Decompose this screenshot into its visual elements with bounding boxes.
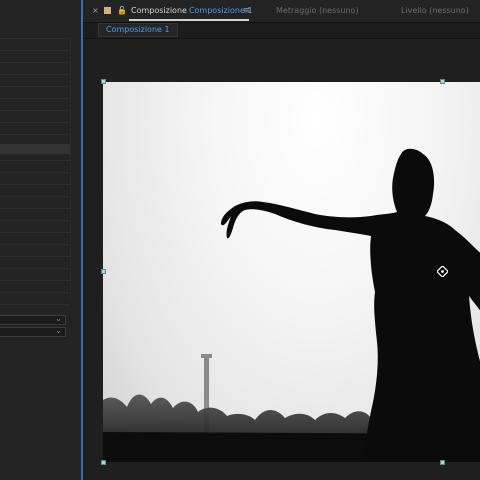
left-panel-row[interactable]	[0, 62, 70, 63]
left-panel-row[interactable]	[0, 232, 70, 233]
left-panel-row[interactable]	[0, 110, 70, 111]
left-panel-row[interactable]	[0, 50, 70, 51]
left-panel-row[interactable]	[0, 256, 70, 257]
transform-handle-top-left[interactable]	[101, 79, 106, 84]
left-panel: ⌄ ⌄	[0, 0, 82, 480]
lock-icon[interactable]: 🔓	[117, 0, 127, 22]
tab-layer[interactable]: Livello (nessuno)	[401, 0, 469, 22]
left-panel-row[interactable]	[0, 244, 70, 245]
chevron-down-icon: ⌄	[55, 326, 62, 335]
left-panel-row-selected[interactable]	[0, 144, 70, 154]
left-panel-divider	[70, 38, 71, 300]
transform-handle-top-center[interactable]	[440, 79, 445, 84]
left-panel-row[interactable]	[0, 280, 70, 281]
left-panel-row[interactable]	[0, 220, 70, 221]
left-panel-dropdown[interactable]: ⌄	[0, 314, 66, 325]
left-panel-row[interactable]	[0, 196, 70, 197]
left-panel-row[interactable]	[0, 74, 70, 75]
left-panel-row[interactable]	[0, 86, 70, 87]
left-panel-row[interactable]	[0, 38, 70, 39]
left-panel-row[interactable]	[0, 208, 70, 209]
left-panel-row[interactable]	[0, 122, 70, 123]
left-panel-row[interactable]	[0, 184, 70, 185]
active-tab-indicator	[129, 19, 249, 21]
composition-breadcrumb-bar: Composizione 1	[83, 23, 480, 39]
viewer-tab-bar: × 🔓 Composizione Composizione 1 ≡ Metragg…	[83, 0, 480, 23]
composition-breadcrumb[interactable]: Composizione 1	[98, 23, 178, 37]
transform-handle-bottom-center[interactable]	[440, 460, 445, 465]
transform-handle-middle-left[interactable]	[101, 269, 106, 274]
left-panel-row[interactable]	[0, 98, 70, 99]
composition-frame[interactable]	[103, 82, 480, 462]
left-panel-dropdown[interactable]: ⌄	[0, 326, 66, 337]
transform-handle-bottom-left[interactable]	[101, 460, 106, 465]
tab-composition-prefix: Composizione	[131, 6, 187, 15]
close-icon[interactable]: ×	[92, 0, 99, 22]
left-panel-row[interactable]	[0, 172, 70, 173]
composition-color-swatch	[104, 7, 111, 14]
left-panel-row[interactable]	[0, 304, 70, 305]
chevron-down-icon: ⌄	[55, 314, 62, 323]
left-panel-row[interactable]	[0, 268, 70, 269]
tab-footage[interactable]: Metraggio (nessuno)	[276, 0, 359, 22]
silhouette-photo	[103, 148, 480, 462]
left-panel-row[interactable]	[0, 292, 70, 293]
anchor-point-icon[interactable]	[437, 266, 448, 277]
left-panel-row[interactable]	[0, 134, 70, 135]
left-panel-row[interactable]	[0, 160, 70, 161]
